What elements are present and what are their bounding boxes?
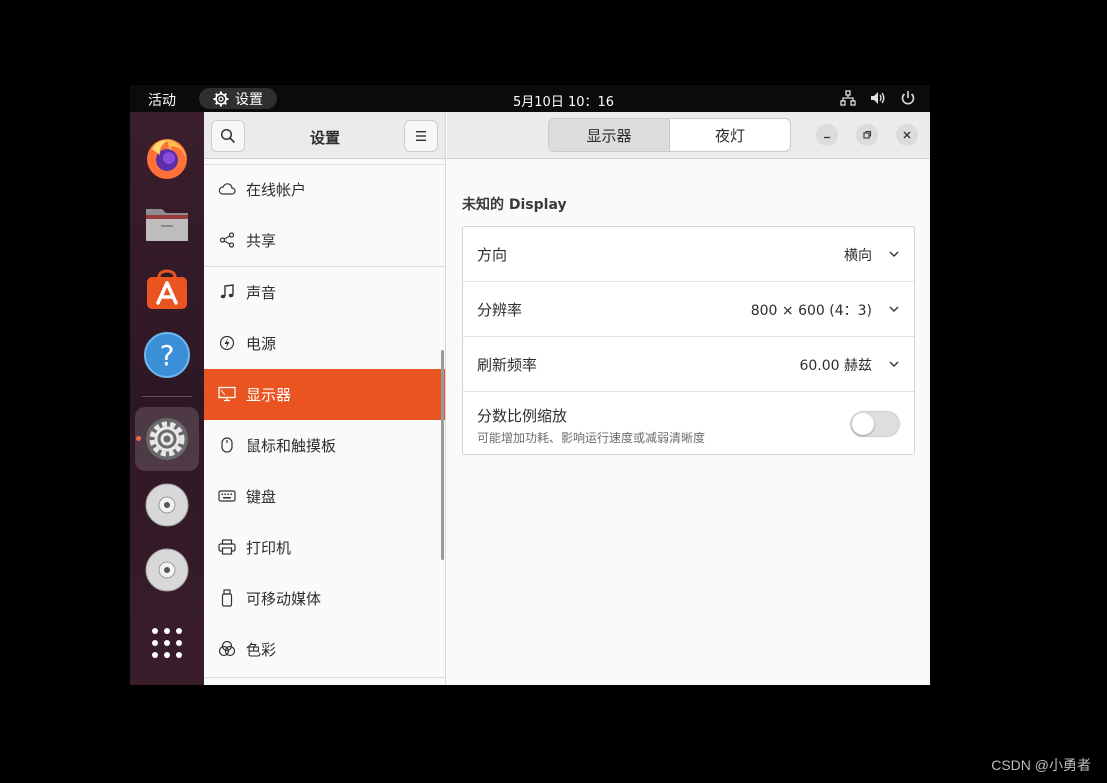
orientation-value: 横向 [844,248,872,264]
dock: ? [130,112,204,685]
refresh-rate-value: 60.00 赫兹 [799,358,872,374]
svg-text:?: ? [160,339,175,372]
clock[interactable]: 5月10日 10：16 [513,91,614,110]
hamburger-menu-icon [416,131,426,141]
display-name-heading: 未知的 Display [462,197,567,213]
sidebar-item-label: 可移动媒体 [246,590,322,608]
toggle-knob [852,413,874,435]
minimize-icon [824,136,830,139]
chevron-down-icon [889,251,899,257]
power-icon [217,333,237,353]
disc-icon [145,548,189,592]
sidebar-item-keyboard[interactable]: 键盘 [204,471,445,522]
sidebar-item-label: 打印机 [246,539,292,557]
refresh-rate-label: 刷新频率 [477,356,538,374]
help-icon: ? [144,332,190,378]
sidebar-item-sharing[interactable]: 共享 [204,215,445,266]
tab-night-light[interactable]: 夜灯 [670,119,790,151]
sidebar-item-removable-media[interactable]: 可移动媒体 [204,573,445,624]
sidebar-item-label: 键盘 [246,488,277,506]
sidebar-item-label: 显示器 [246,386,292,404]
network-icon [840,90,856,106]
printer-icon [217,537,237,557]
nav-divider [204,677,445,678]
orientation-label: 方向 [477,246,508,264]
activities-button[interactable]: 活动 [148,90,176,110]
settings-nav-list: 在线帐户 共享 声音 电源 显示器 鼠标和触摸板 键盘 打印机 可移动媒体 色彩 [204,164,445,675]
top-bar: 活动 设置 5月10日 10：16 [130,85,930,112]
sidebar-item-sound[interactable]: 声音 [204,267,445,318]
music-note-icon [217,282,237,302]
sidebar-item-label: 在线帐户 [246,181,307,199]
display-settings-panel: 显示器 夜灯 未知的 Display 方向 横向 分辨率 800 × 600 (… [447,112,930,685]
disc-icon [145,483,189,527]
sidebar-item-label: 声音 [246,284,277,302]
sidebar-item-mouse-touchpad[interactable]: 鼠标和触摸板 [204,420,445,471]
chevron-down-icon [889,306,899,312]
watermark: CSDN @小勇者 [991,757,1091,773]
mouse-icon [217,435,237,455]
dock-firefox[interactable] [141,132,193,184]
power-icon [901,91,915,105]
sidebar-scrollbar[interactable] [441,350,444,560]
shopping-bag-icon [147,269,187,309]
sidebar-item-label: 色彩 [246,641,277,659]
resolution-label: 分辨率 [477,301,523,319]
display-settings-list: 方向 横向 分辨率 800 × 600 (4：3) 刷新频率 60.00 赫兹 … [462,226,915,455]
fractional-scaling-row: 分数比例缩放 可能增加功耗、影响运行速度或减弱清晰度 [463,392,914,454]
app-menu-button[interactable]: 设置 [199,88,277,109]
resolution-row[interactable]: 分辨率 800 × 600 (4：3) [463,282,914,337]
minimize-button[interactable] [816,124,838,146]
close-icon [903,131,911,139]
settings-sidebar: 设置 在线帐户 共享 声音 电源 显示器 鼠标和触摸板 键盘 打印机 可移动媒体… [204,112,446,685]
dock-app-center[interactable] [141,262,193,314]
tab-displays[interactable]: 显示器 [549,119,670,151]
chevron-down-icon [889,361,899,367]
dock-optical-disc-1[interactable] [141,479,193,531]
sidebar-header: 设置 [204,112,445,159]
sidebar-item-online-accounts[interactable]: 在线帐户 [204,164,445,215]
sidebar-item-label: 鼠标和触摸板 [246,437,337,455]
refresh-rate-row[interactable]: 刷新频率 60.00 赫兹 [463,337,914,392]
display-icon [217,384,237,404]
sidebar-item-printers[interactable]: 打印机 [204,522,445,573]
resolution-value: 800 × 600 (4：3) [750,303,872,319]
system-tray[interactable] [840,90,916,106]
dock-separator [142,396,192,397]
close-button[interactable] [896,124,918,146]
share-icon [217,230,237,250]
desktop-screen: 活动 设置 5月10日 10：16 ? 设置 在线帐户 共享 声音 电源 显示器… [130,85,930,685]
sidebar-item-label: 电源 [246,335,277,353]
cloud-icon [217,179,237,199]
sidebar-item-displays[interactable]: 显示器 [204,369,445,420]
restore-icon [863,130,872,139]
dock-files[interactable] [141,197,193,249]
dock-optical-disc-2[interactable] [141,544,193,596]
color-icon [217,639,237,659]
app-menu-label: 设置 [235,91,263,108]
dock-show-applications[interactable] [141,617,193,669]
orientation-row[interactable]: 方向 横向 [463,227,914,282]
keyboard-icon [217,486,237,506]
volume-icon [871,92,885,104]
sidebar-item-color[interactable]: 色彩 [204,624,445,675]
fractional-scaling-description: 可能增加功耗、影响运行速度或减弱清晰度 [477,431,706,445]
fractional-scaling-label: 分数比例缩放 [477,407,568,425]
sidebar-item-power[interactable]: 电源 [204,318,445,369]
gear-icon [213,91,229,106]
usb-drive-icon [217,588,237,608]
app-grid-icon [152,628,182,658]
dock-help[interactable]: ? [141,329,193,381]
dock-settings[interactable] [135,407,199,471]
content-header: 显示器 夜灯 [447,112,930,159]
sidebar-item-label: 共享 [246,232,277,250]
maximize-button[interactable] [856,124,878,146]
main-menu-button[interactable] [404,120,438,152]
firefox-icon [147,139,187,179]
folder-icon [146,209,188,241]
view-switcher: 显示器 夜灯 [548,118,791,152]
fractional-scaling-toggle[interactable] [850,411,900,437]
gear-icon [146,418,188,460]
